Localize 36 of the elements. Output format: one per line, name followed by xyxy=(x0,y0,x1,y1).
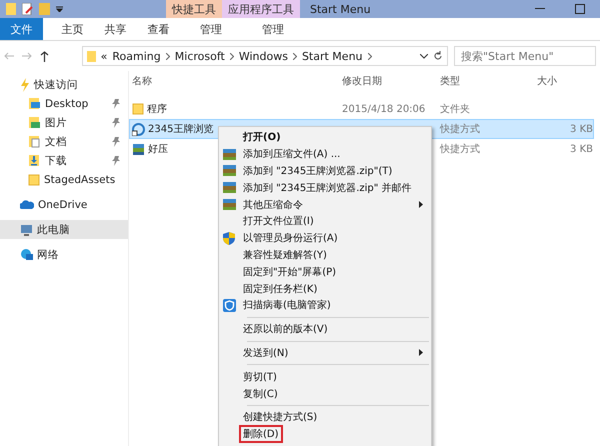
sidebar-label: Desktop xyxy=(45,98,88,110)
file-type: 快捷方式 xyxy=(440,122,480,136)
menu-item-label: 复制(C) xyxy=(242,388,279,401)
file-type: 快捷方式 xyxy=(440,142,480,156)
menu-item-label: 创建快捷方式(S) xyxy=(242,410,318,424)
file-date: 2015/4/18 20:06 xyxy=(342,104,426,114)
menu-item-label: 删除(D) xyxy=(241,427,281,442)
sidebar-label: 下载 xyxy=(45,154,67,168)
menu-item-label: 固定到"开始"屏幕(P) xyxy=(242,266,338,279)
file-size: 3 KB xyxy=(570,124,593,134)
file-name: 好压 xyxy=(148,143,168,156)
sidebar-label: OneDrive xyxy=(38,198,88,210)
menu-item-label: 其他压缩命令 xyxy=(242,198,304,212)
menu-item-label: 添加到 "2345王牌浏览器.zip"(T) xyxy=(242,164,394,178)
file-name: 程序 xyxy=(147,102,167,116)
sidebar-label: 图片 xyxy=(45,116,67,130)
sidebar-label: 快速访问 xyxy=(34,78,78,92)
menu-item-label: 以管理员身份运行(A) xyxy=(242,232,339,246)
menu-item-label: 兼容性疑难解答(Y) xyxy=(242,248,328,262)
menu-item-label: 添加到 "2345王牌浏览器.zip" 并邮件 xyxy=(242,182,413,195)
file-size: 3 KB xyxy=(570,144,593,154)
menu-item-label: 添加到压缩文件(A) ... xyxy=(242,148,342,162)
menu-item-label: 剪切(T) xyxy=(242,370,278,384)
menu-item-label: 打开文件位置(I) xyxy=(242,214,315,228)
menu-item-label: 扫描病毒(电脑管家) xyxy=(242,298,332,312)
menu-item-label: 打开(O) xyxy=(242,130,282,144)
window-title: Start Menu xyxy=(309,2,372,18)
sidebar-label: 网络 xyxy=(37,248,59,262)
sidebar-label: 文档 xyxy=(45,134,67,148)
menu-item-label: 固定到任务栏(K) xyxy=(242,282,318,296)
menu-item-label: 还原以前的版本(V) xyxy=(242,322,329,336)
file-type: 文件夹 xyxy=(440,102,470,116)
menu-item-label: 发送到(N) xyxy=(242,346,290,360)
file-name: 2345王牌浏览 xyxy=(148,122,214,136)
sidebar-label: 此电脑 xyxy=(37,222,70,236)
sidebar-label: StagedAssets xyxy=(44,174,116,186)
